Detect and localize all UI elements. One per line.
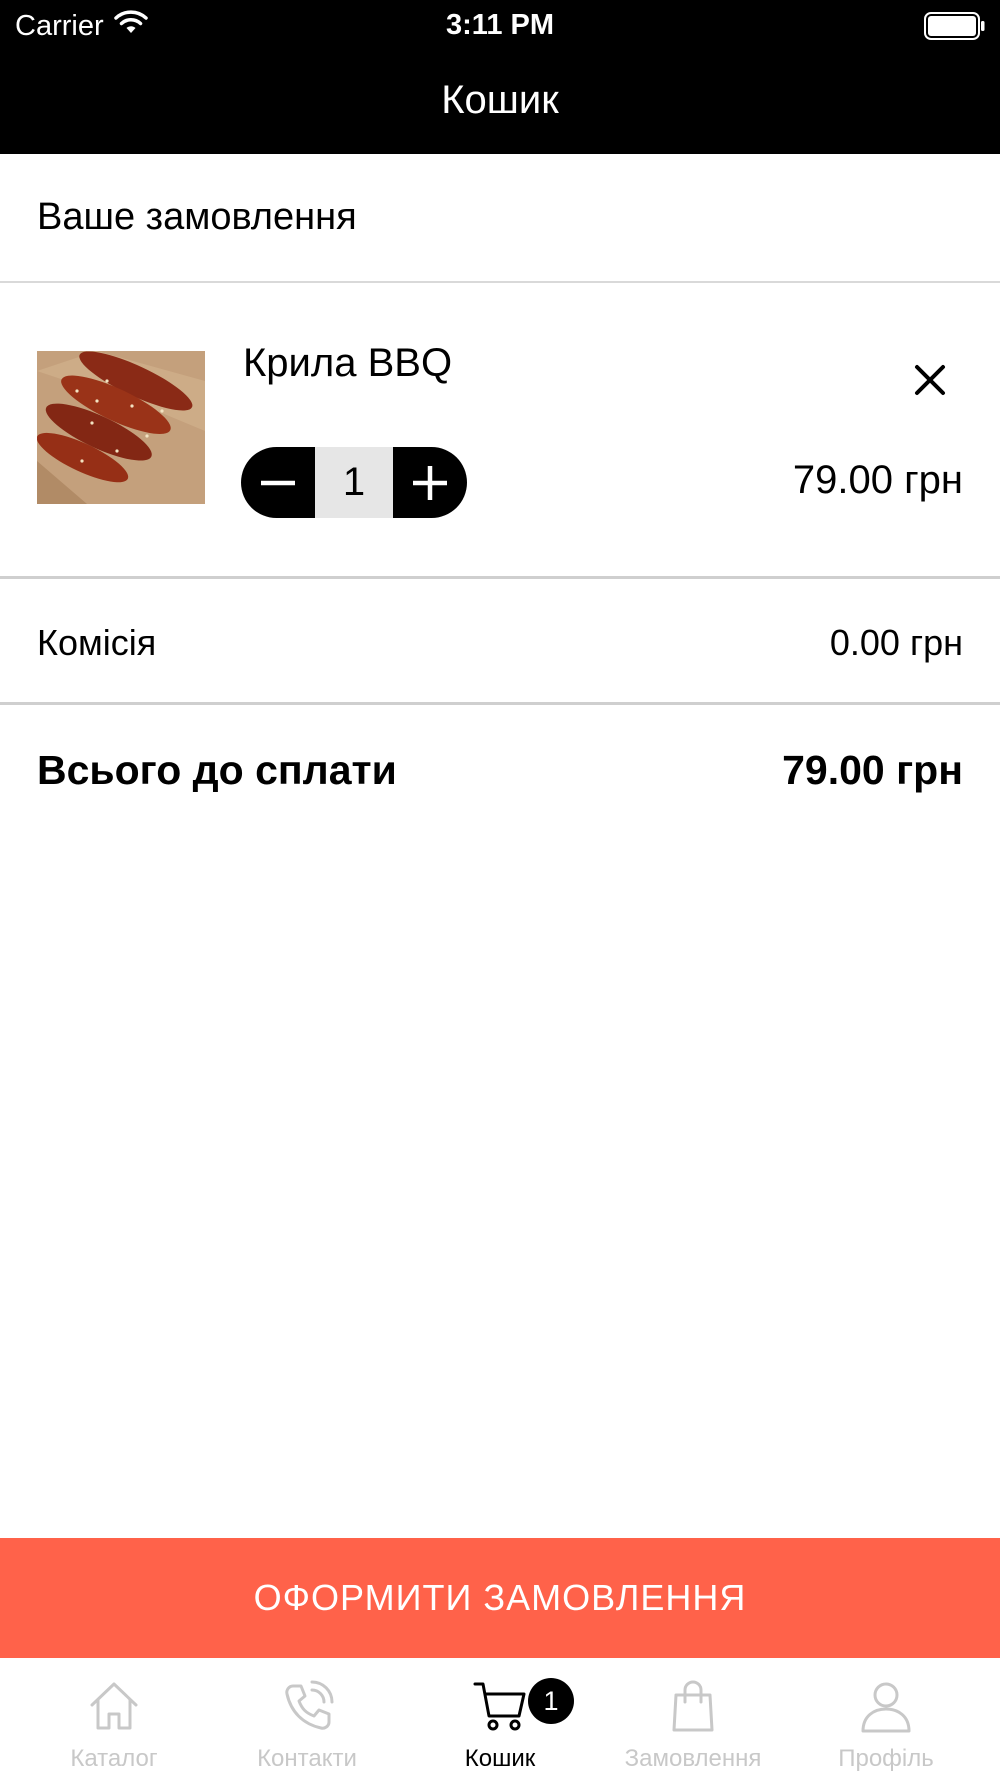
tab-profile-label: Профіль (838, 1745, 934, 1772)
battery-icon (924, 12, 986, 40)
profile-icon (861, 1682, 911, 1733)
tab-contacts[interactable]: Контакти (207, 1658, 407, 1778)
phone-icon (285, 1680, 334, 1730)
page-title: Кошик (441, 78, 559, 122)
tab-catalog[interactable]: Каталог (14, 1658, 214, 1778)
home-icon (90, 1682, 138, 1730)
bag-icon (672, 1680, 714, 1732)
quantity-stepper: 1 (241, 447, 467, 518)
order-section-title: Ваше замовлення (37, 196, 357, 238)
product-price: 79.00 грн (792, 458, 963, 502)
tab-orders[interactable]: Замовлення (593, 1658, 793, 1778)
checkout-button[interactable]: ОФОРМИТИ ЗАМОВЛЕННЯ (0, 1538, 1000, 1658)
tab-cart[interactable]: 1 Кошик (400, 1658, 600, 1778)
commission-row: Комісія 0.00 грн (0, 579, 1000, 705)
total-label: Всього до сплати (37, 747, 397, 793)
tab-bar: Каталог Контакти 1 Кошик Замовлення Проф… (0, 1658, 1000, 1778)
decrease-quantity-button[interactable] (241, 447, 315, 518)
tab-cart-label: Кошик (464, 1745, 536, 1772)
cart-count-badge: 1 (528, 1678, 574, 1724)
cart-item: Крила BBQ 1 79.00 грн (0, 283, 1000, 579)
tab-catalog-label: Каталог (70, 1745, 158, 1772)
total-value: 79.00 грн (782, 747, 963, 793)
commission-value: 0.00 грн (829, 622, 963, 663)
tab-contacts-label: Контакти (257, 1745, 357, 1772)
increase-quantity-button[interactable] (393, 447, 467, 518)
tab-profile[interactable]: Профіль (786, 1658, 986, 1778)
order-section-header: Ваше замовлення (0, 154, 1000, 283)
commission-label: Комісія (37, 622, 157, 663)
minus-icon (261, 480, 295, 485)
product-image (37, 351, 205, 504)
remove-item-button[interactable] (908, 358, 952, 402)
total-row: Всього до сплати 79.00 грн (0, 705, 1000, 831)
status-time: 3:11 PM (446, 9, 554, 41)
plus-icon (413, 465, 447, 500)
tab-orders-label: Замовлення (624, 1745, 762, 1772)
app-header: Carrier 3:11 PM Кошик (0, 0, 1000, 154)
quantity-value: 1 (315, 447, 393, 518)
product-name: Крила BBQ (243, 341, 453, 385)
cart-icon (473, 1682, 526, 1731)
close-icon (915, 365, 945, 395)
